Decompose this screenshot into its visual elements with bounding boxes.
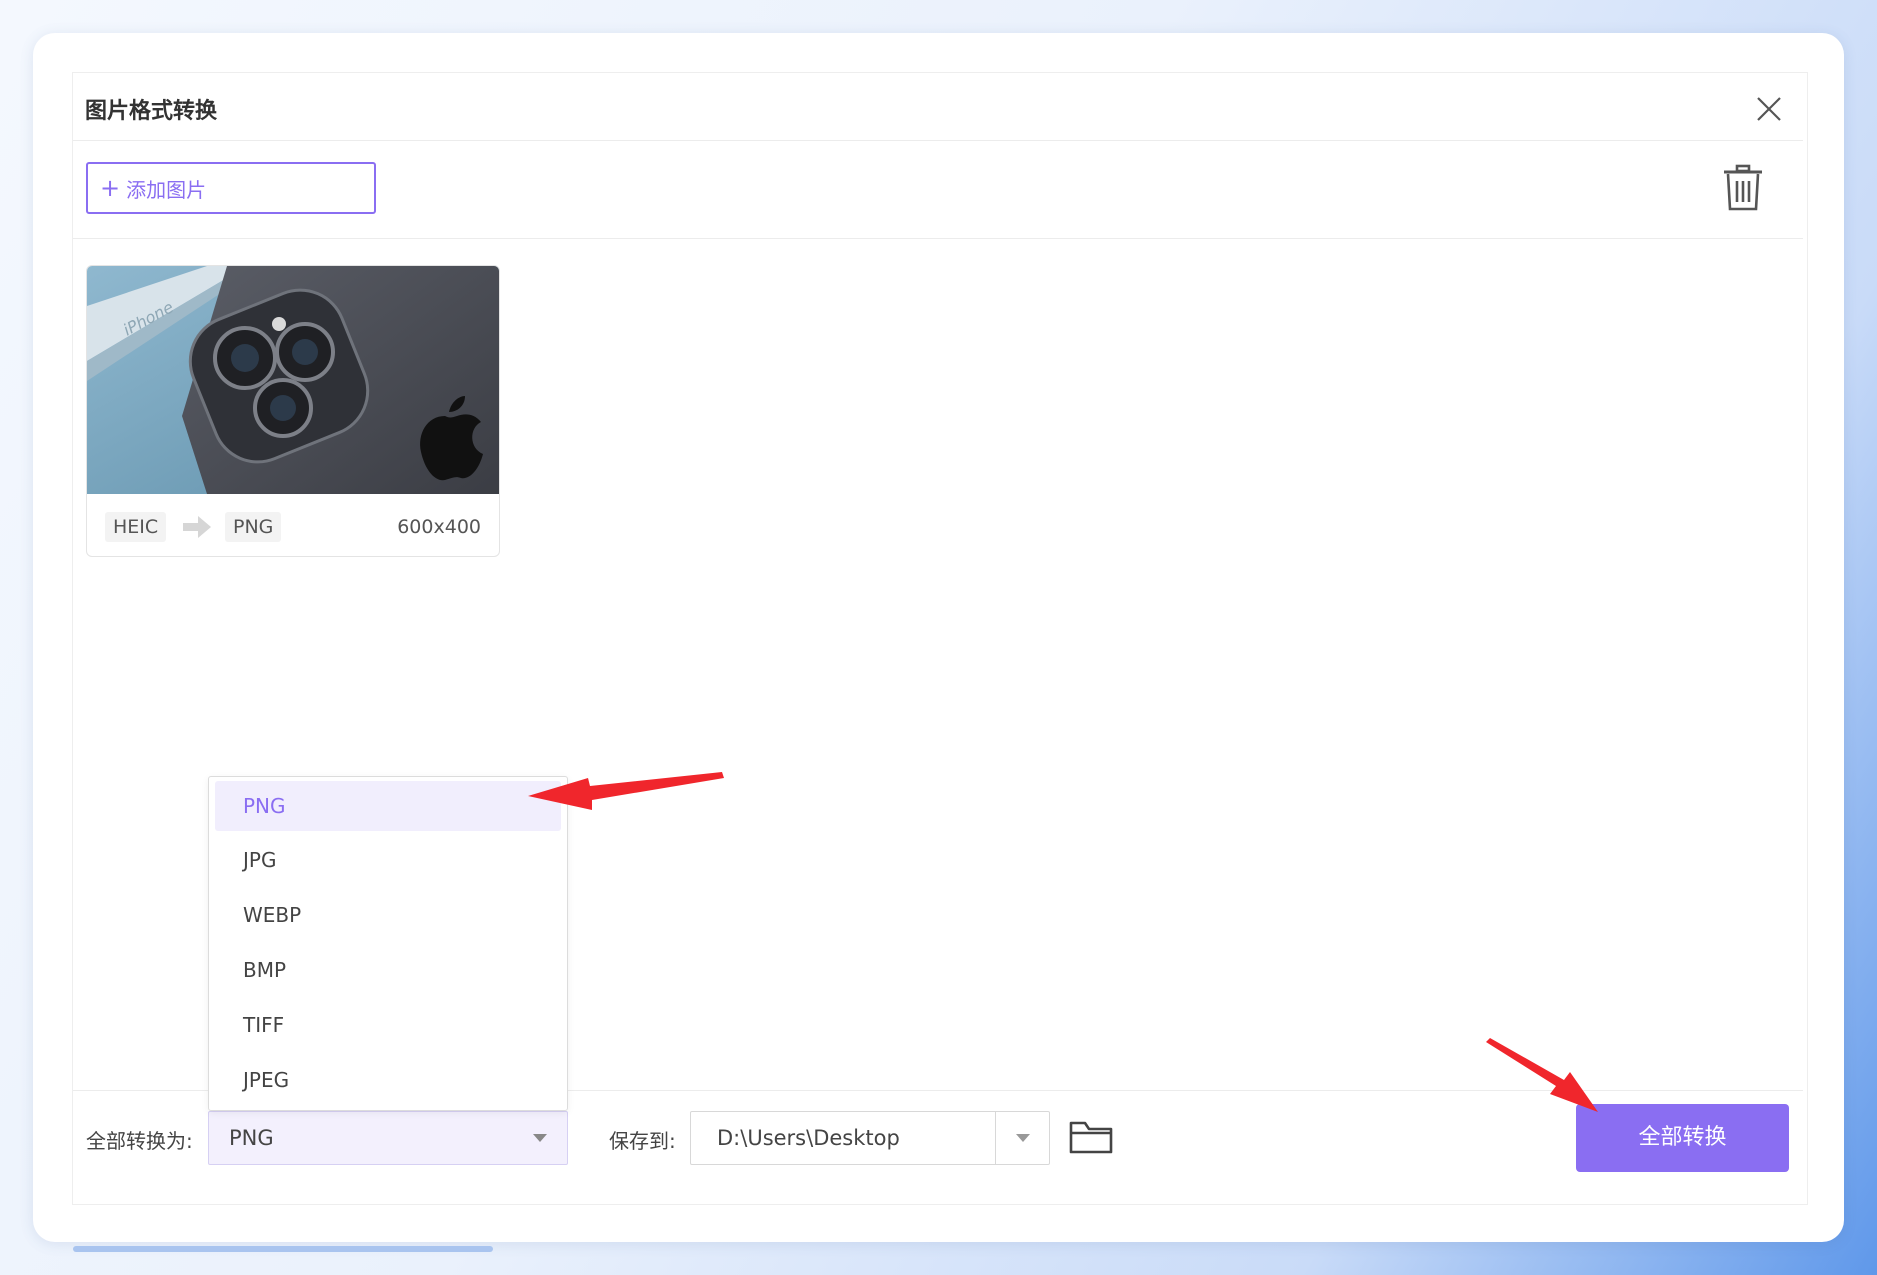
folder-icon[interactable] xyxy=(1069,1119,1113,1155)
chevron-down-icon xyxy=(1016,1134,1030,1142)
chevron-down-icon xyxy=(533,1134,547,1142)
image-dimensions: 600x400 xyxy=(397,516,481,538)
header-divider xyxy=(73,140,1803,141)
format-option-bmp[interactable]: BMP xyxy=(215,945,561,995)
format-option-webp[interactable]: WEBP xyxy=(215,890,561,940)
format-select-value: PNG xyxy=(229,1126,274,1150)
add-image-label: 添加图片 xyxy=(126,177,207,202)
toolbar-divider xyxy=(73,238,1803,239)
dialog-title: 图片格式转换 xyxy=(85,99,218,124)
arrow-right-icon xyxy=(183,516,211,538)
convert-all-button[interactable]: 全部转换 xyxy=(1576,1104,1789,1172)
format-option-tiff[interactable]: TIFF xyxy=(215,1000,561,1050)
format-option-png[interactable]: PNG xyxy=(215,781,561,831)
horizontal-scrollbar[interactable] xyxy=(73,1246,493,1252)
source-format-badge: HEIC xyxy=(105,512,167,542)
add-image-button[interactable]: + 添加图片 xyxy=(86,162,376,214)
close-icon[interactable] xyxy=(1755,95,1783,123)
save-path-dropdown-button[interactable] xyxy=(995,1112,1050,1164)
format-option-jpeg[interactable]: JPEG xyxy=(215,1055,561,1105)
image-card[interactable]: iPhone HEIC PNG 600x400 xyxy=(86,265,500,557)
trash-icon[interactable] xyxy=(1722,164,1764,212)
convert-all-label: 全部转换为: xyxy=(86,1129,193,1153)
format-dropdown: PNG JPG WEBP BMP TIFF JPEG xyxy=(208,776,568,1111)
target-format-badge: PNG xyxy=(225,512,282,542)
plus-icon: + xyxy=(100,174,121,202)
save-path-combobox xyxy=(690,1111,1050,1165)
save-path-input[interactable] xyxy=(691,1112,995,1164)
image-card-info: HEIC PNG 600x400 xyxy=(87,494,499,556)
format-select[interactable]: PNG xyxy=(208,1111,568,1165)
save-to-label: 保存到: xyxy=(609,1129,676,1153)
format-option-jpg[interactable]: JPG xyxy=(215,835,561,885)
image-thumbnail: iPhone xyxy=(87,266,499,494)
